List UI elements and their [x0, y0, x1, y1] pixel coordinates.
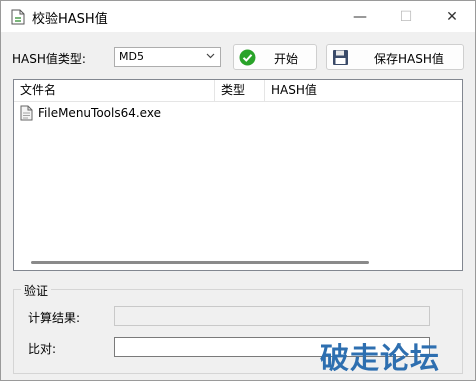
list-header: 文件名 类型 HASH值	[14, 80, 462, 102]
file-name: FileMenuTools64.exe	[38, 106, 161, 120]
close-button[interactable]: ✕	[429, 1, 475, 32]
horizontal-scrollbar[interactable]	[31, 261, 369, 264]
compare-label: 比对:	[28, 342, 57, 356]
hash-type-select[interactable]: MD5	[114, 47, 221, 67]
save-hash-button[interactable]: 保存HASH值	[326, 44, 464, 70]
column-hash[interactable]: HASH值	[265, 80, 462, 101]
result-label: 计算结果:	[28, 311, 81, 325]
green-check-icon	[239, 49, 256, 66]
maximize-button[interactable]: ☐	[383, 1, 429, 32]
start-button[interactable]: 开始	[233, 44, 317, 70]
window-title: 校验HASH值	[32, 12, 108, 27]
chevron-down-icon	[206, 53, 215, 59]
file-list[interactable]: 文件名 类型 HASH值 FileMenuTools64.exe	[13, 79, 463, 271]
hash-type-value: MD5	[119, 50, 144, 63]
save-hash-label: 保存HASH值	[374, 52, 444, 66]
column-type[interactable]: 类型	[215, 80, 265, 101]
watermark-text: 破走论坛	[320, 341, 441, 375]
result-field	[114, 306, 430, 326]
start-button-label: 开始	[274, 52, 299, 66]
minimize-icon: —	[353, 8, 367, 25]
title-bar[interactable]: 校验HASH值 — ☐ ✕	[1, 1, 475, 32]
verify-group-title: 验证	[21, 282, 52, 299]
column-filename[interactable]: 文件名	[14, 80, 215, 101]
maximize-icon: ☐	[399, 8, 413, 25]
minimize-button[interactable]: —	[337, 1, 383, 32]
floppy-disk-icon	[333, 50, 348, 65]
hash-type-label: HASH值类型:	[12, 52, 86, 66]
hash-window: 校验HASH值 — ☐ ✕ HASH值类型: MD5 开始 保存HASH值 文件…	[0, 0, 476, 381]
file-icon	[20, 105, 33, 121]
close-icon: ✕	[446, 8, 458, 25]
document-hash-icon	[11, 9, 25, 25]
